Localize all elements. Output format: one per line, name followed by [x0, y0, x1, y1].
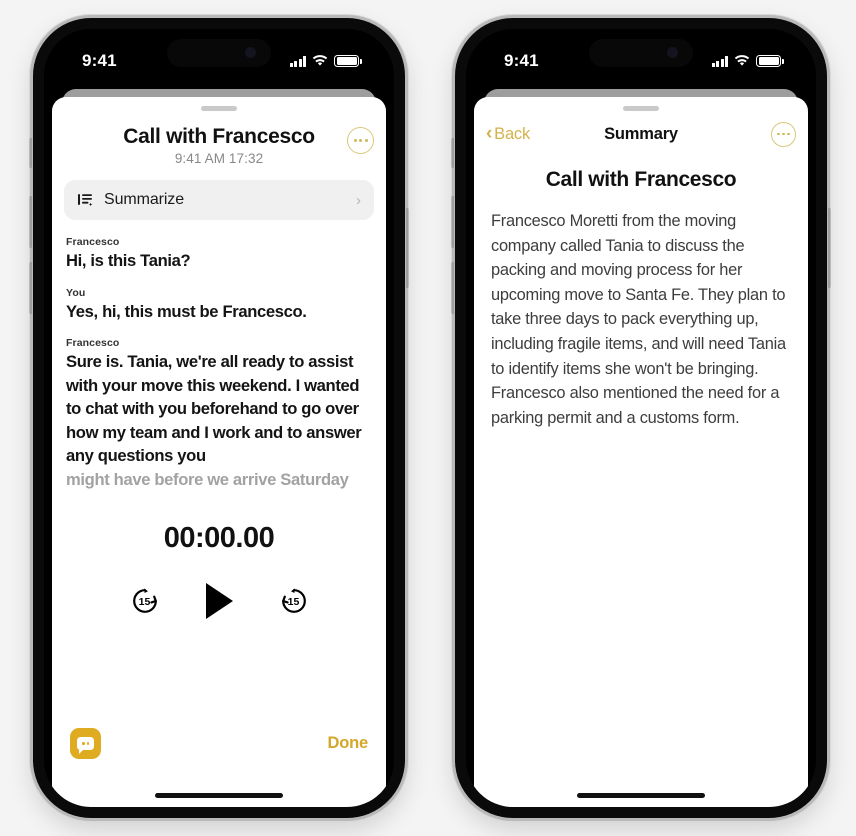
- volume-down-button[interactable]: [451, 262, 455, 314]
- transcript-text-pending: might have before we arrive Saturday: [66, 469, 349, 489]
- playback-time: 00:00.00: [163, 521, 275, 554]
- sheet-footer: Done: [52, 728, 386, 759]
- transcript-entry: Francesco Sure is. Tania, we're all read…: [66, 337, 372, 491]
- volume-up-button[interactable]: [29, 196, 33, 248]
- volume-down-button[interactable]: [29, 262, 33, 314]
- transcript-list[interactable]: Francesco Hi, is this Tania? You Yes, hi…: [52, 220, 386, 492]
- text-lines-sparkle-icon: [78, 193, 93, 206]
- call-header: Call with Francesco 9:41 AM 17:32: [52, 111, 386, 166]
- transcript-text: Yes, hi, this must be Francesco.: [66, 301, 307, 321]
- battery-icon: [756, 55, 782, 67]
- screenshot-stage: 9:41 Call with Francesco 9:41 AM 17:32 S…: [0, 0, 856, 836]
- nav-title: Summary: [604, 124, 678, 143]
- home-indicator[interactable]: [577, 793, 705, 798]
- power-button[interactable]: [827, 208, 831, 288]
- page-title: Call with Francesco: [123, 125, 315, 148]
- front-camera-icon: [667, 47, 678, 58]
- status-time: 9:41: [82, 51, 117, 70]
- status-time: 9:41: [504, 51, 539, 70]
- ellipsis-icon[interactable]: [771, 121, 796, 147]
- skip-back-label: 15: [138, 595, 151, 608]
- action-button[interactable]: [29, 138, 33, 168]
- sheet-grabber[interactable]: [623, 106, 659, 111]
- chevron-left-icon: ‹: [486, 122, 493, 144]
- speaker-label: Francesco: [66, 236, 120, 248]
- speaker-label: Francesco: [66, 337, 120, 350]
- wifi-icon: [735, 55, 750, 66]
- screen-left: 9:41 Call with Francesco 9:41 AM 17:32 S…: [44, 29, 394, 807]
- phone-right: 9:41 ‹ Back Summary Call with Francesco …: [451, 18, 831, 818]
- summarize-button[interactable]: Summarize ›: [64, 180, 374, 220]
- speaker-label: You: [66, 286, 86, 299]
- play-icon[interactable]: [205, 582, 233, 619]
- screen-right: 9:41 ‹ Back Summary Call with Francesco …: [466, 29, 816, 807]
- transcript-entry: You Yes, hi, this must be Francesco.: [66, 287, 372, 324]
- status-bar-right: 9:41: [466, 29, 816, 81]
- call-sheet: Call with Francesco 9:41 AM 17:32 Summar…: [52, 97, 386, 807]
- wifi-icon: [313, 55, 328, 66]
- done-button[interactable]: Done: [328, 734, 369, 753]
- transcript-text: Sure is. Tania, we're all ready to assis…: [66, 352, 362, 466]
- summary-body: Francesco Moretti from the moving compan…: [491, 212, 786, 427]
- dynamic-island: [167, 39, 271, 67]
- signal-bars-icon: [711, 55, 729, 67]
- skip-back-15-icon[interactable]: 15: [130, 586, 160, 616]
- status-indicators: [289, 55, 362, 67]
- battery-cap: [360, 58, 362, 64]
- chevron-right-icon: ›: [356, 191, 361, 209]
- skip-forward-15-icon[interactable]: 15: [279, 586, 309, 616]
- summary-title: Call with Francesco: [545, 168, 737, 191]
- power-button[interactable]: [405, 208, 409, 288]
- home-indicator[interactable]: [155, 793, 283, 798]
- battery-icon: [334, 55, 360, 67]
- transcript-entry: Francesco Hi, is this Tania?: [66, 236, 372, 273]
- phone-left: 9:41 Call with Francesco 9:41 AM 17:32 S…: [29, 18, 409, 818]
- speech-bubble-icon[interactable]: [70, 728, 101, 759]
- summarize-label: Summarize: [104, 191, 185, 208]
- status-bar-left: 9:41: [44, 29, 394, 81]
- signal-bars-icon: [289, 55, 307, 67]
- dynamic-island: [589, 39, 693, 67]
- front-camera-icon: [245, 47, 256, 58]
- battery-cap: [782, 58, 784, 64]
- summary-sheet: ‹ Back Summary Call with Francesco Franc…: [474, 97, 808, 807]
- ellipsis-icon[interactable]: [347, 127, 374, 154]
- action-button[interactable]: [451, 138, 455, 168]
- navigation-bar: ‹ Back Summary: [474, 117, 808, 151]
- call-timestamp: 9:41 AM 17:32: [174, 151, 264, 166]
- volume-up-button[interactable]: [451, 196, 455, 248]
- transcript-text: Hi, is this Tania?: [66, 251, 191, 270]
- back-label: Back: [494, 124, 531, 143]
- status-indicators: [711, 55, 784, 67]
- skip-forward-label: 15: [287, 595, 300, 608]
- playback-controls: 15 15: [52, 582, 386, 619]
- back-button[interactable]: ‹ Back: [486, 122, 531, 144]
